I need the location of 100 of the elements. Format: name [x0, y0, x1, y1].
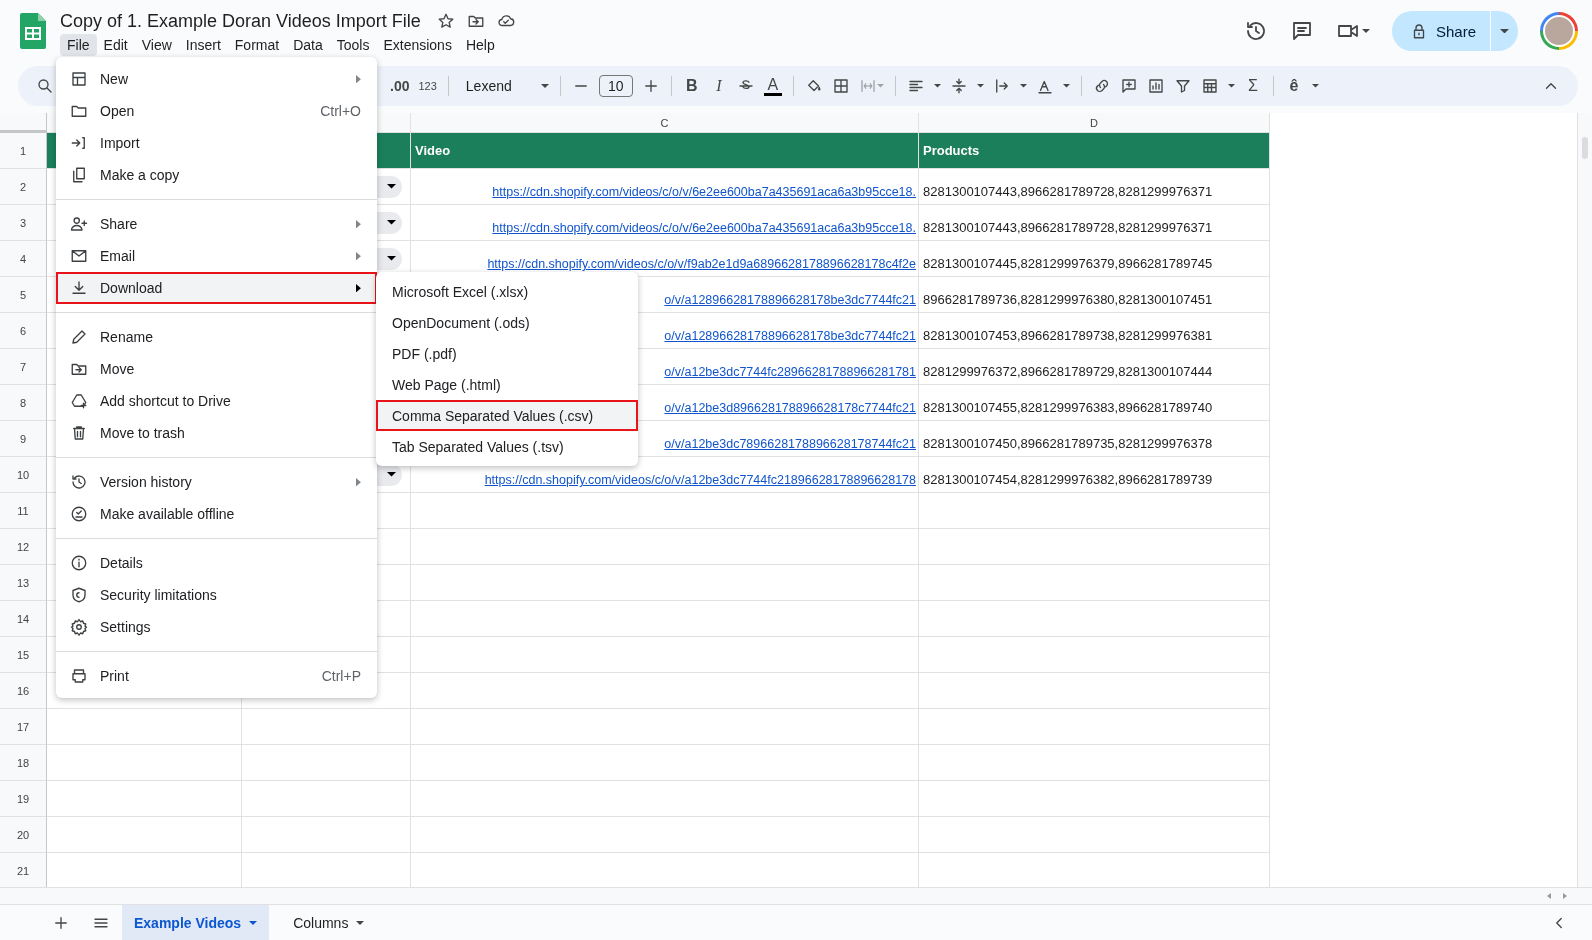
menu-option[interactable]: Move to trash — [56, 417, 377, 449]
row-number[interactable]: 8 — [0, 385, 47, 421]
menu-item[interactable]: Edit — [96, 33, 135, 56]
menu-option[interactable]: Web Page (.html) — [376, 369, 638, 400]
filter-icon[interactable] — [1173, 77, 1192, 95]
font-dropdown[interactable]: Lexend — [459, 78, 532, 94]
menu-option[interactable]: Microsoft Excel (.xlsx) — [376, 276, 638, 307]
table-grid-icon[interactable] — [1200, 77, 1219, 95]
caret-down-icon[interactable] — [540, 84, 549, 88]
menu-option[interactable]: Details — [56, 547, 377, 579]
menu-option[interactable]: Version history — [56, 466, 377, 498]
share-options-button[interactable] — [1491, 11, 1518, 51]
scroll-left-icon[interactable] — [1547, 893, 1551, 899]
menu-option[interactable]: Add shortcut to Drive — [56, 385, 377, 417]
row-number[interactable]: 6 — [0, 313, 47, 349]
menu-option[interactable]: PDF (.pdf) — [376, 338, 638, 369]
row-number[interactable]: 5 — [0, 277, 47, 313]
caret-down-icon[interactable] — [1062, 84, 1070, 88]
row-number[interactable]: 19 — [0, 781, 47, 817]
menu-item[interactable]: Extensions — [376, 33, 459, 56]
menu-item[interactable]: Format — [227, 33, 287, 56]
functions-button[interactable]: Σ — [1243, 77, 1262, 95]
menu-option[interactable]: Make a copy — [56, 159, 377, 191]
sheet-tab[interactable]: Columns — [281, 905, 377, 940]
row-number[interactable]: 18 — [0, 745, 47, 781]
menu-option[interactable]: New — [56, 63, 377, 95]
menu-option[interactable]: Download — [56, 272, 377, 304]
video-link[interactable]: https://cdn.shopify.com/videos/c/o/v/6e2ee600ba7a435691aca6a3b95cce18. — [492, 185, 916, 199]
menu-option[interactable]: Make available offline — [56, 498, 377, 530]
menu-option[interactable]: Security limitations — [56, 579, 377, 611]
row-number[interactable]: 9 — [0, 421, 47, 457]
row-number[interactable]: 2 — [0, 169, 47, 205]
menu-option[interactable]: Import — [56, 127, 377, 159]
video-link[interactable]: o/v/a12896628178896628178be3dc7744fc21 — [664, 329, 916, 343]
video-link[interactable]: o/v/a12be3dc7896628178896628178744fc21 — [664, 437, 916, 451]
row-number[interactable]: 16 — [0, 673, 47, 709]
caret-down-icon[interactable] — [1311, 84, 1319, 88]
video-link[interactable]: https://cdn.shopify.com/videos/c/o/v/6e2ee600ba7a435691aca6a3b95cce18. — [492, 221, 916, 235]
document-title[interactable]: Copy of 1. Example Doran Videos Import File — [60, 10, 421, 32]
italic-button[interactable]: I — [709, 77, 728, 95]
menu-option[interactable]: Share — [56, 208, 377, 240]
video-link[interactable]: o/v/a12be3d896628178896628178c7744fc21 — [664, 401, 916, 415]
menu-item[interactable]: View — [134, 33, 179, 56]
row-number[interactable]: 13 — [0, 565, 47, 601]
menu-item[interactable]: Help — [458, 33, 502, 56]
corner-cell[interactable] — [0, 113, 47, 133]
scroll-right-icon[interactable] — [1563, 893, 1567, 899]
column-header[interactable]: C — [411, 113, 919, 133]
row-number[interactable]: 14 — [0, 601, 47, 637]
comment-plus-icon[interactable] — [1119, 77, 1138, 95]
column-header[interactable]: D — [919, 113, 1270, 133]
row-number[interactable]: 21 — [0, 853, 47, 887]
video-link[interactable]: o/v/a12be3dc7744fc28966281788966281781 — [664, 365, 916, 379]
menu-option[interactable]: Settings — [56, 611, 377, 643]
caret-down-icon[interactable] — [933, 84, 941, 88]
vertical-align-icon[interactable] — [949, 77, 968, 95]
bar-chart-icon[interactable] — [1146, 77, 1165, 95]
menu-item[interactable]: Insert — [178, 33, 228, 56]
menu-option[interactable]: Tab Separated Values (.tsv) — [376, 431, 638, 462]
caret-down-icon[interactable] — [1361, 29, 1370, 33]
menu-option[interactable]: Open Ctrl+O — [56, 95, 377, 127]
video-link[interactable]: https://cdn.shopify.com/videos/c/o/v/a12be3dc7744fc21896628178896628178 — [484, 473, 916, 487]
row-number[interactable]: 11 — [0, 493, 47, 529]
menu-option[interactable]: Email — [56, 240, 377, 272]
text-color-button[interactable]: A — [763, 76, 782, 96]
video-link[interactable]: o/v/a12896628178896628178be3dc7744fc21 — [664, 293, 916, 307]
video-link[interactable]: https://cdn.shopify.com/videos/c/o/v/f9ab2e1d9a6896628178896628178c4f2e — [487, 257, 916, 271]
caret-down-icon[interactable] — [976, 84, 984, 88]
sheet-tab[interactable]: Example Videos — [122, 905, 270, 940]
avatar[interactable] — [1540, 12, 1578, 50]
menu-option[interactable]: Rename — [56, 321, 377, 353]
borders-icon[interactable] — [831, 77, 850, 95]
merge-cells-icon[interactable] — [858, 77, 877, 95]
row-number[interactable]: 4 — [0, 241, 47, 277]
menu-option[interactable]: Move — [56, 353, 377, 385]
font-size-field[interactable]: 10 — [598, 75, 633, 97]
share-button[interactable]: Share — [1391, 11, 1490, 51]
sheets-logo[interactable] — [20, 13, 46, 49]
menu-item[interactable]: File — [60, 33, 97, 56]
search-icon[interactable] — [36, 77, 54, 95]
menu-item[interactable]: Data — [286, 33, 330, 56]
row-number[interactable]: 1 — [0, 133, 47, 169]
row-number[interactable]: 20 — [0, 817, 47, 853]
menu-option[interactable]: Print Ctrl+P — [56, 660, 377, 692]
menu-option[interactable]: OpenDocument (.ods) — [376, 307, 638, 338]
caret-down-icon[interactable] — [1019, 84, 1027, 88]
row-number[interactable]: 3 — [0, 205, 47, 241]
vertical-scrollbar[interactable] — [1577, 113, 1592, 887]
decimal-format-button[interactable]: .00 — [390, 78, 410, 94]
star-icon[interactable] — [436, 12, 455, 30]
input-tools-button[interactable]: ê — [1284, 77, 1303, 95]
row-number[interactable]: 10 — [0, 457, 47, 493]
row-number[interactable]: 12 — [0, 529, 47, 565]
row-number[interactable]: 15 — [0, 637, 47, 673]
row-number[interactable]: 7 — [0, 349, 47, 385]
caret-down-icon[interactable] — [1227, 84, 1235, 88]
menu-option[interactable]: Comma Separated Values (.csv) — [376, 400, 638, 431]
number-format-button[interactable]: 123 — [418, 80, 437, 92]
menu-item[interactable]: Tools — [329, 33, 377, 56]
bold-button[interactable]: B — [682, 77, 701, 95]
